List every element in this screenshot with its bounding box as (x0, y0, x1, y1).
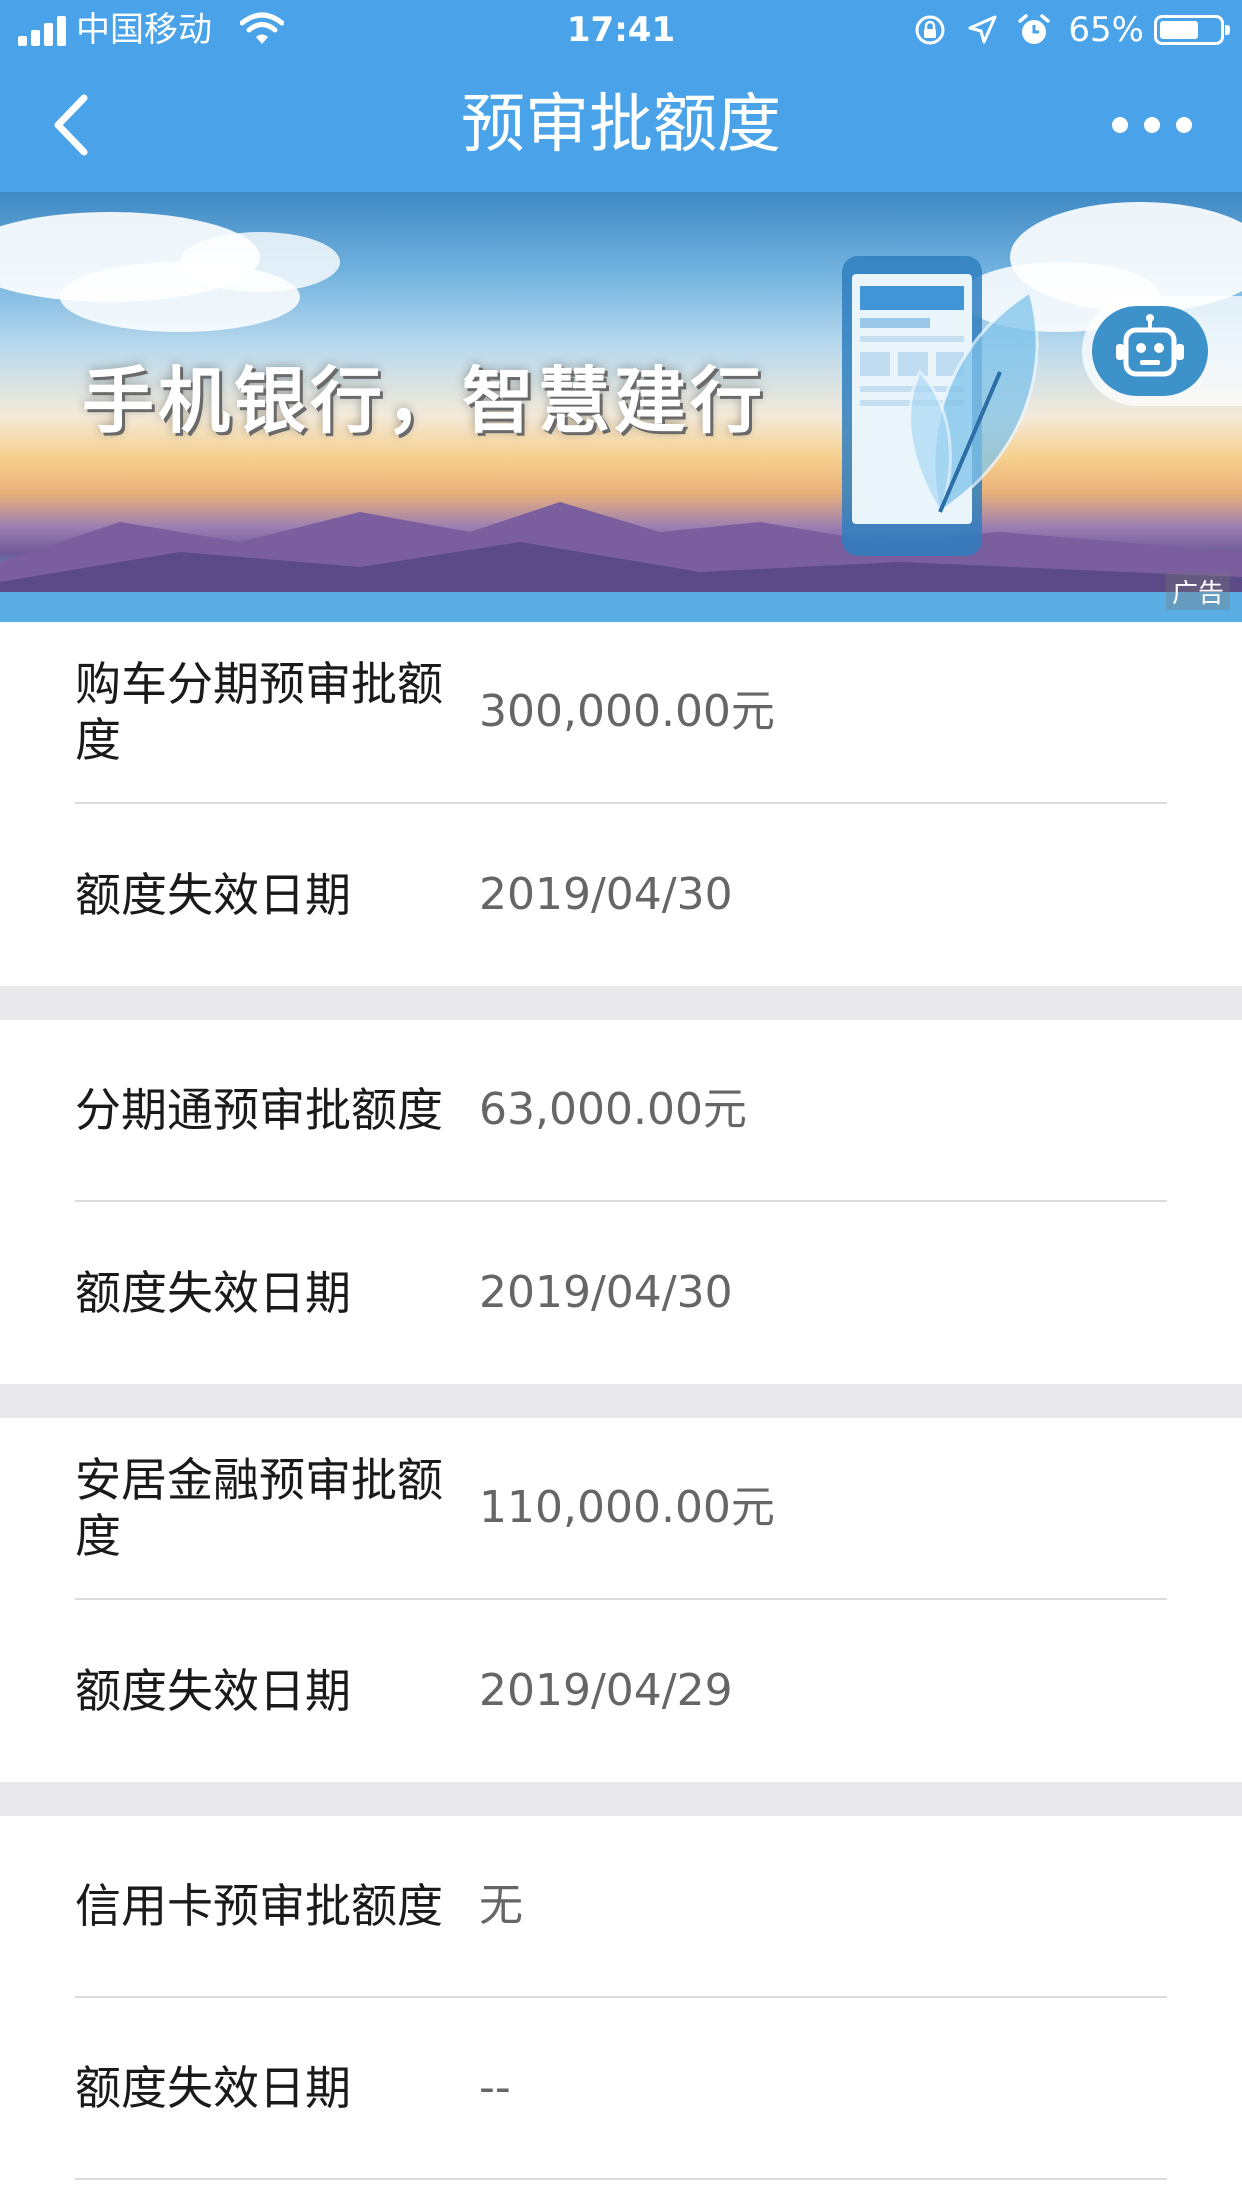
status-bar: 中国移动 17:41 65% (0, 0, 1242, 60)
quota-label: 安居金融预审批额度 (75, 1453, 443, 1563)
list-item: 分期通预审批额度 63,000.00元 (75, 1020, 1167, 1202)
more-options-button[interactable] (1112, 100, 1192, 150)
list-item: 额度失效日期 -- (75, 1998, 1167, 2180)
section-divider (0, 1384, 1242, 1418)
list-item: 额度失效日期 2019/04/30 (75, 1202, 1167, 1384)
orientation-lock-icon (915, 15, 945, 45)
list-item: 安居金融预审批额度 110,000.00元 (75, 1418, 1167, 1600)
quota-value: 63,000.00元 (479, 1084, 747, 1135)
quota-value: 110,000.00元 (479, 1482, 775, 1533)
expiry-label: 额度失效日期 (75, 2061, 351, 2115)
list-item: 购车分期预审批额度 300,000.00元 (75, 622, 1167, 804)
car-loan-quota-group: 购车分期预审批额度 300,000.00元 额度失效日期 2019/04/30 (0, 622, 1242, 986)
quota-value: 无 (479, 1880, 523, 1931)
ad-label: 广告 (1165, 573, 1230, 610)
battery-percentage: 65% (1068, 10, 1144, 50)
credit-card-quota-group: 信用卡预审批额度 无 额度失效日期 -- (0, 1816, 1242, 2180)
quota-label: 分期通预审批额度 (75, 1083, 443, 1137)
expiry-date: 2019/04/30 (479, 1267, 733, 1318)
expiry-date: 2019/04/29 (479, 1665, 733, 1716)
banner-slogan: 手机银行，智慧建行 (82, 359, 767, 443)
section-divider (0, 986, 1242, 1020)
expiry-date: 2019/04/30 (479, 869, 733, 920)
battery-icon (1154, 15, 1230, 45)
location-arrow-icon (968, 15, 997, 44)
installment-quota-group: 分期通预审批额度 63,000.00元 额度失效日期 2019/04/30 (0, 1020, 1242, 1384)
section-divider (0, 1782, 1242, 1816)
expiry-label: 额度失效日期 (75, 1266, 351, 1320)
navigation-bar: 预审批额度 (0, 60, 1242, 192)
quota-label: 信用卡预审批额度 (75, 1879, 443, 1933)
quota-list: 购车分期预审批额度 300,000.00元 额度失效日期 2019/04/30 … (0, 622, 1242, 2180)
robot-icon (1116, 314, 1184, 377)
butterfly-illustration (908, 289, 1039, 516)
housing-finance-quota-group: 安居金融预审批额度 110,000.00元 额度失效日期 2019/04/29 (0, 1418, 1242, 1782)
expiry-label: 额度失效日期 (75, 868, 351, 922)
quota-label: 购车分期预审批额度 (75, 657, 443, 767)
quota-value: 300,000.00元 (479, 686, 775, 737)
list-item: 额度失效日期 2019/04/29 (75, 1600, 1167, 1782)
expiry-label: 额度失效日期 (75, 1664, 351, 1718)
promo-banner[interactable]: 手机银行，智慧建行 广告 (0, 192, 1242, 622)
status-indicators: 65% (912, 10, 1230, 50)
expiry-date: -- (479, 2062, 511, 2113)
assistant-button[interactable] (1082, 296, 1242, 406)
list-item: 信用卡预审批额度 无 (75, 1816, 1167, 1998)
page-title: 预审批额度 (461, 88, 781, 162)
more-dots-icon (1112, 117, 1128, 133)
list-item: 额度失效日期 2019/04/30 (75, 804, 1167, 986)
alarm-icon (1018, 14, 1051, 44)
app-header: 中国移动 17:41 65% 预审批额度 (0, 0, 1242, 192)
